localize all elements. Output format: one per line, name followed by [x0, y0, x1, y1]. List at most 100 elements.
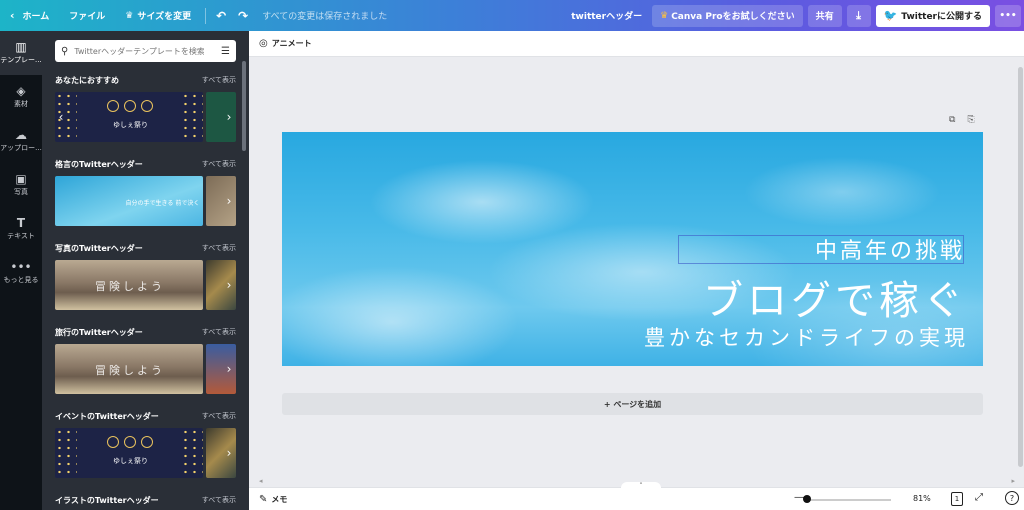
- download-icon: ⤓: [856, 8, 862, 22]
- template-thumbnail[interactable]: 自分の手で生きる 前で決く: [55, 176, 204, 226]
- editor-toolbar: ◎ アニメート: [249, 31, 1024, 57]
- download-button[interactable]: ⤓: [846, 4, 871, 27]
- template-thumbnail[interactable]: 冒険しよう: [55, 344, 204, 394]
- chevron-left-icon[interactable]: ‹: [55, 109, 67, 125]
- badge-circle: [141, 436, 153, 448]
- crown-icon: ♛: [125, 10, 134, 21]
- badge-circle: [107, 100, 119, 112]
- vertical-scrollbar[interactable]: [1017, 57, 1024, 476]
- publish-twitter-button[interactable]: 🐦 Twitterに公開する: [875, 4, 990, 27]
- top-bar: ‹ ホーム ファイル ♛ サイズを変更 ↶ ↷ すべての変更は保存されました t…: [0, 0, 1024, 31]
- rail-templates[interactable]: ▥ テンプレー...: [0, 31, 42, 75]
- rail-label: テンプレー...: [0, 56, 42, 64]
- see-all-link[interactable]: すべて表示: [202, 75, 236, 85]
- side-rail: ▥ テンプレー... ◈ 素材 ☁ アップロー... ▣ 写真 T テキスト •…: [0, 31, 42, 510]
- share-button[interactable]: 共有: [807, 4, 842, 27]
- bottom-bar: ˄ ✎ メモ — 81% 1 ⤢ ?: [249, 482, 1024, 510]
- chevron-right-icon[interactable]: ›: [222, 445, 236, 461]
- scrollbar-thumb[interactable]: [1018, 67, 1023, 467]
- duplicate-page-icon[interactable]: ⧉: [949, 115, 955, 125]
- page-count-button[interactable]: 1: [951, 492, 963, 506]
- thumbnail-text: 冒険しよう: [95, 280, 165, 293]
- notes-button[interactable]: ✎ メモ: [249, 494, 287, 505]
- filter-sliders-icon[interactable]: ☰: [221, 46, 230, 57]
- canvas-text-line2[interactable]: ブログで稼ぐ: [703, 268, 967, 326]
- fullscreen-icon[interactable]: ⤢: [975, 492, 983, 503]
- section-title: イベントのTwitterヘッダー: [55, 411, 159, 421]
- chevron-up-icon[interactable]: ˄: [621, 482, 661, 492]
- notes-icon: ✎: [259, 493, 268, 505]
- chevron-left-icon: ‹: [10, 9, 15, 22]
- thumbnail-text: 冒険しよう: [95, 364, 165, 377]
- rail-text[interactable]: T テキスト: [0, 207, 42, 251]
- section-title: あなたにおすすめ: [55, 75, 119, 85]
- rail-elements[interactable]: ◈ 素材: [0, 75, 42, 119]
- section-quotes: 格言のTwitterヘッダー すべて表示 自分の手で生きる 前で決く ›: [55, 157, 236, 226]
- thumbnail-text: 自分の手で生きる 前で決く: [125, 200, 200, 207]
- publish-label: Twitterに公開する: [901, 12, 982, 22]
- animate-icon: ◎: [259, 38, 268, 49]
- upload-cloud-icon: ☁: [15, 128, 27, 142]
- chevron-right-icon[interactable]: ›: [222, 361, 236, 377]
- elements-icon: ◈: [16, 84, 26, 98]
- crown-icon: ♛: [660, 10, 669, 21]
- see-all-link[interactable]: すべて表示: [202, 159, 236, 169]
- template-panel: ⚲ ☰ あなたにおすすめ すべて表示 ゆしぇ祭り ‹ ›: [42, 31, 249, 510]
- search-input[interactable]: [74, 46, 205, 56]
- template-thumbnail[interactable]: ゆしぇ祭り: [55, 428, 204, 478]
- template-thumbnail[interactable]: ゆしぇ祭り: [55, 92, 204, 142]
- undo-button[interactable]: ↶: [210, 0, 232, 31]
- panel-scrollbar[interactable]: [242, 61, 246, 151]
- section-title: 格言のTwitterヘッダー: [55, 159, 143, 169]
- see-all-link[interactable]: すべて表示: [202, 411, 236, 421]
- chevron-right-icon[interactable]: ›: [222, 193, 236, 209]
- rail-uploads[interactable]: ☁ アップロー...: [0, 119, 42, 163]
- zoom-slider[interactable]: [805, 499, 891, 501]
- save-status: すべての変更は保存されました: [262, 12, 388, 22]
- zoom-level[interactable]: 81%: [913, 494, 931, 503]
- ellipsis-icon: •••: [999, 10, 1017, 21]
- section-title: イラストのTwitterヘッダー: [55, 495, 159, 505]
- chevron-right-icon[interactable]: ›: [222, 109, 236, 125]
- design-canvas[interactable]: 中高年の挑戦 ブログで稼ぐ 豊かなセカンドライフの実現: [282, 132, 983, 366]
- try-pro-label: Canva Proをお試しください: [671, 12, 795, 22]
- resize-button[interactable]: ♛ サイズを変更: [115, 0, 201, 31]
- section-events: イベントのTwitterヘッダー すべて表示 ゆしぇ祭り ›: [55, 409, 236, 478]
- see-all-link[interactable]: すべて表示: [202, 327, 236, 337]
- rail-photos[interactable]: ▣ 写真: [0, 163, 42, 207]
- home-label: ホーム: [22, 12, 50, 22]
- try-pro-button[interactable]: ♛ Canva Proをお試しください: [652, 4, 803, 27]
- zoom-slider-handle[interactable]: [803, 495, 811, 503]
- badge-circle: [124, 100, 136, 112]
- canva-editor: ‹ ホーム ファイル ♛ サイズを変更 ↶ ↷ すべての変更は保存されました t…: [0, 0, 1024, 510]
- file-menu[interactable]: ファイル: [59, 0, 115, 31]
- section-title: 写真のTwitterヘッダー: [55, 243, 143, 253]
- see-all-link[interactable]: すべて表示: [202, 243, 236, 253]
- add-page-button[interactable]: + ページを追加: [282, 393, 983, 415]
- rail-label: もっと見る: [3, 276, 39, 284]
- home-button[interactable]: ‹ ホーム: [0, 0, 59, 31]
- scroll-left-icon[interactable]: ◂: [259, 477, 263, 485]
- section-recommended: あなたにおすすめ すべて表示 ゆしぇ祭り ‹ ›: [55, 73, 236, 142]
- see-all-link[interactable]: すべて表示: [202, 495, 236, 505]
- template-search: ⚲ ☰: [55, 40, 236, 62]
- animate-button[interactable]: アニメート: [272, 38, 312, 49]
- scroll-right-icon[interactable]: ▸: [1011, 477, 1015, 485]
- badge-circle: [107, 436, 119, 448]
- document-title[interactable]: twitterヘッダー: [561, 0, 652, 31]
- canvas-text-line3[interactable]: 豊かなセカンドライフの実現: [644, 322, 969, 352]
- more-options-button[interactable]: •••: [995, 4, 1021, 27]
- divider: [205, 7, 207, 24]
- chevron-right-icon[interactable]: ›: [222, 277, 236, 293]
- rail-more[interactable]: ••• もっと見る: [0, 251, 42, 295]
- section-photos: 写真のTwitterヘッダー すべて表示 冒険しよう ›: [55, 241, 236, 310]
- page-tools: ⧉ ⎘: [949, 115, 975, 125]
- template-thumbnail[interactable]: 冒険しよう: [55, 260, 204, 310]
- resize-label: サイズを変更: [137, 12, 192, 22]
- add-page-icon[interactable]: ⎘: [967, 115, 974, 125]
- rail-label: 素材: [14, 100, 28, 108]
- rail-label: アップロー...: [0, 144, 42, 152]
- help-button[interactable]: ?: [1005, 491, 1019, 505]
- redo-button[interactable]: ↷: [232, 0, 254, 31]
- canvas-text-line1[interactable]: 中高年の挑戦: [815, 233, 965, 265]
